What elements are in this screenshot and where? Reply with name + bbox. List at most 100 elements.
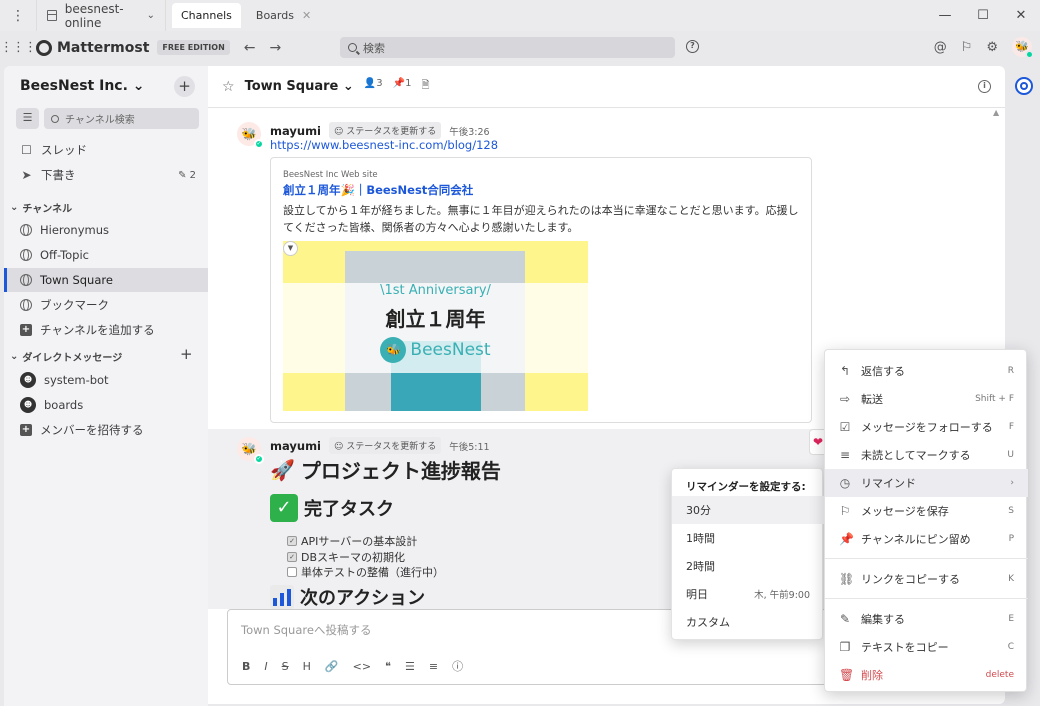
update-status-button[interactable]: ☺ ステータスを更新する	[329, 437, 442, 454]
sidebar-item-system-bot[interactable]: ☻ system-bot	[4, 368, 208, 392]
menu-item-follow[interactable]: ☑ メッセージをフォローする F	[825, 413, 1028, 441]
header-actions: @ ⚐ ⚙ 🐝	[934, 37, 1034, 59]
dm-section-header[interactable]: ⌄ ダイレクトメッセージ	[10, 349, 122, 364]
menu-item-mark-unread[interactable]: ≡ 未読としてマークする U	[825, 441, 1028, 469]
checkbox-empty-icon[interactable]	[287, 567, 297, 577]
menu-item-edit[interactable]: ✎ 編集する E	[825, 605, 1028, 633]
channel-name-menu[interactable]: Town Square ⌄	[245, 79, 354, 94]
update-status-button[interactable]: ☺ ステータスを更新する	[329, 122, 442, 139]
reminder-option-custom[interactable]: カスタム	[672, 608, 824, 636]
post-link[interactable]: https://www.beesnest-inc.com/blog/128	[270, 138, 498, 152]
sidebar-item-town-square[interactable]: Town Square	[4, 268, 208, 292]
link-icon[interactable]: 🔗	[325, 660, 339, 673]
reminder-option-tomorrow[interactable]: 明日 木, 午前9:00	[672, 580, 824, 608]
filter-icon[interactable]: ☰	[16, 108, 39, 129]
post-username[interactable]: mayumi	[270, 439, 321, 453]
back-arrow-icon[interactable]: ←	[244, 40, 256, 56]
close-window-button[interactable]: ✕	[1002, 8, 1040, 23]
close-tab-icon[interactable]: ✕	[302, 9, 311, 22]
sidebar-item-boards[interactable]: ☻ boards	[4, 393, 208, 417]
tab-channels[interactable]: Channels	[172, 3, 241, 28]
checkbox-checked-icon[interactable]: ✓	[287, 552, 297, 562]
sidebar-item-bookmarks[interactable]: ブックマーク	[4, 293, 208, 317]
menu-item-save[interactable]: ⚐ メッセージを保存 S	[825, 497, 1028, 525]
menu-item-copy-link[interactable]: ⛓ リンクをコピーする K	[825, 565, 1028, 593]
minimize-button[interactable]: —	[926, 8, 964, 23]
files-icon[interactable]: 🗎	[421, 78, 429, 95]
pencil-icon: ✎	[839, 612, 851, 626]
menu-item-remind[interactable]: ◷ リマインド ›	[825, 469, 1028, 497]
preview-site-name: BeesNest Inc Web site	[283, 170, 378, 180]
pinned-count-value: 1	[405, 78, 412, 89]
help-icon[interactable]: ?	[686, 40, 699, 53]
chevron-down-icon: ⌄	[10, 202, 19, 213]
checkbox-checked-icon[interactable]: ✓	[287, 536, 297, 546]
menu-label: チャンネルにピン留め	[861, 533, 971, 546]
add-button[interactable]: +	[174, 76, 195, 97]
sidebar-item-off-topic[interactable]: Off-Topic	[4, 243, 208, 267]
server-dropdown[interactable]: beesnest-online ⌄	[36, 0, 166, 31]
user-avatar[interactable]: 🐝	[1012, 37, 1034, 59]
channels-section-header[interactable]: ⌄ チャンネル	[10, 200, 72, 215]
user-avatar[interactable]: 🐝 ✓	[237, 122, 264, 149]
team-menu[interactable]: BeesNest Inc. ⌄	[20, 78, 145, 94]
playbooks-icon[interactable]	[1015, 77, 1033, 95]
menu-label: 返信する	[861, 365, 905, 378]
scroll-up-icon[interactable]: ▲	[993, 108, 999, 117]
sidebar-item-drafts[interactable]: ➤ 下書き ✎ 2	[4, 163, 208, 187]
bulleted-list-icon[interactable]: ☰	[405, 660, 415, 673]
mark-unread-icon: ≡	[839, 448, 851, 462]
settings-gear-icon[interactable]: ⚙	[986, 40, 998, 55]
add-dm-button[interactable]: +	[180, 345, 193, 363]
favorite-star-icon[interactable]: ☆	[222, 79, 235, 95]
chevron-right-icon: ›	[1010, 478, 1014, 488]
status-label: ステータスを更新する	[346, 442, 437, 452]
quote-icon[interactable]: ❝	[385, 660, 391, 673]
maximize-button[interactable]: ☐	[964, 8, 1002, 23]
menu-item-copy-text[interactable]: ❐ テキストをコピー C	[825, 633, 1028, 661]
trash-icon: 🗑	[839, 668, 855, 682]
strikethrough-icon[interactable]: S	[282, 660, 289, 673]
option-label: カスタム	[686, 616, 730, 629]
menu-item-forward[interactable]: ⇨ 転送 Shift + F	[825, 385, 1028, 413]
preview-title[interactable]: 創立１周年🎉｜BeesNest合同会社	[283, 182, 473, 198]
menu-item-delete[interactable]: 🗑 削除 delete	[825, 661, 1028, 689]
sidebar-item-hieronymus[interactable]: Hieronymus	[4, 218, 208, 242]
collapse-preview-icon[interactable]: ▼	[283, 241, 298, 256]
members-count[interactable]: 👤3	[364, 78, 383, 95]
channel-info-icon[interactable]: i	[978, 80, 991, 93]
post-timestamp[interactable]: 午後5:11	[449, 439, 489, 453]
user-avatar[interactable]: 🐝 ✓	[237, 437, 264, 464]
italic-icon[interactable]: I	[264, 660, 267, 673]
post-username[interactable]: mayumi	[270, 124, 321, 138]
mentions-icon[interactable]: @	[934, 40, 947, 55]
reminder-option-30min[interactable]: 30分	[672, 496, 824, 524]
bot-avatar-icon: ☻	[20, 397, 36, 413]
reminder-option-1hour[interactable]: 1時間	[672, 524, 824, 552]
copy-icon: ❐	[839, 640, 851, 654]
saved-messages-icon[interactable]: ⚐	[961, 40, 973, 55]
tab-boards[interactable]: Boards ✕	[247, 3, 320, 28]
code-icon[interactable]: <>	[353, 660, 371, 673]
sidebar-item-threads[interactable]: ☐ スレッド	[4, 138, 208, 162]
channel-search-input[interactable]: チャンネル検索	[44, 108, 199, 129]
product-switcher-icon[interactable]: ⋮⋮⋮	[0, 40, 37, 55]
pinned-count[interactable]: 📌1	[393, 78, 412, 95]
menu-item-pin[interactable]: 📌 チャンネルにピン留め P	[825, 525, 1028, 553]
search-input[interactable]: 検索	[340, 37, 675, 58]
task-item: ✓ APIサーバーの基本設計	[287, 533, 417, 549]
menu-item-reply[interactable]: ↰ 返信する R	[825, 357, 1028, 385]
invite-members-button[interactable]: + メンバーを招待する	[4, 418, 208, 442]
heading-icon[interactable]: H	[303, 660, 311, 673]
more-menu-icon[interactable]: ⋮	[0, 8, 36, 24]
check-mark-icon: ✓	[270, 494, 298, 522]
bold-icon[interactable]: B	[242, 660, 250, 673]
numbered-list-icon[interactable]: ≡	[429, 660, 438, 673]
reminder-option-2hours[interactable]: 2時間	[672, 552, 824, 580]
formatting-help-icon[interactable]: ⓘ	[452, 658, 463, 674]
add-channel-button[interactable]: + チャンネルを追加する	[4, 318, 208, 342]
forward-arrow-icon[interactable]: →	[270, 40, 282, 56]
post-timestamp[interactable]: 午後3:26	[449, 124, 489, 138]
menu-divider	[825, 558, 1028, 559]
preview-image[interactable]: \1st Anniversary/ 創立１周年 🐝 BeesNest	[283, 241, 588, 411]
